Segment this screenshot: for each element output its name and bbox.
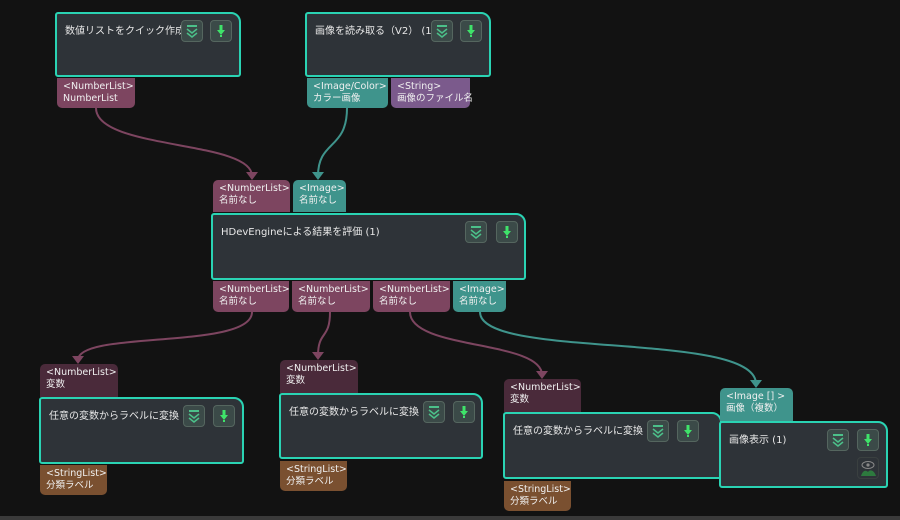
run-button[interactable] bbox=[213, 405, 235, 427]
eye-icon bbox=[861, 461, 876, 476]
input-port-variable[interactable]: <NumberList> 変数 bbox=[504, 379, 581, 412]
collapse-button[interactable] bbox=[431, 20, 453, 42]
output-port-numberlist[interactable]: <NumberList> NumberList bbox=[57, 78, 135, 108]
wire-numberlist bbox=[95, 107, 253, 177]
chevron-double-down-icon bbox=[470, 226, 482, 239]
pin-down-icon bbox=[460, 406, 468, 418]
output-port-numberlist-1[interactable]: <NumberList> 名前なし bbox=[213, 281, 290, 312]
pin-down-icon bbox=[503, 226, 511, 238]
run-button[interactable] bbox=[460, 20, 482, 42]
pin-down-icon bbox=[864, 434, 872, 446]
collapse-button[interactable] bbox=[465, 221, 487, 243]
input-port-image[interactable]: <Image> 名前なし bbox=[293, 180, 346, 212]
pin-down-icon bbox=[467, 25, 475, 37]
input-port-variable[interactable]: <NumberList> 変数 bbox=[280, 360, 358, 393]
collapse-button[interactable] bbox=[181, 20, 203, 42]
wire-out3 bbox=[409, 311, 543, 376]
node-title: 任意の変数からラベルに変換 (3) bbox=[513, 426, 661, 437]
wire-image bbox=[317, 107, 348, 177]
node-hdevengine-evaluate[interactable]: HDevEngineによる結果を評価 (1) bbox=[211, 213, 526, 280]
output-port-numberlist-3[interactable]: <NumberList> 名前なし bbox=[373, 281, 450, 312]
chevron-double-down-icon bbox=[188, 410, 200, 423]
output-port-class-label[interactable]: <StringList> 分類ラベル bbox=[40, 465, 107, 495]
pin-down-icon bbox=[217, 25, 225, 37]
collapse-button[interactable] bbox=[423, 401, 445, 423]
node-variable-to-label-2[interactable]: 任意の変数からラベルに変換 (2) bbox=[279, 393, 483, 459]
node-title: 画像表示 (1) bbox=[729, 435, 787, 446]
pin-down-icon bbox=[220, 410, 228, 422]
node-title: 任意の変数からラベルに変換 (1) bbox=[49, 411, 197, 422]
node-variable-to-label-1[interactable]: 任意の変数からラベルに変換 (1) bbox=[39, 397, 244, 464]
chevron-double-down-icon bbox=[428, 406, 440, 419]
run-button[interactable] bbox=[210, 20, 232, 42]
visibility-button[interactable] bbox=[857, 457, 879, 479]
wire-out4 bbox=[479, 311, 757, 385]
collapse-button[interactable] bbox=[647, 420, 669, 442]
output-port-class-label[interactable]: <StringList> 分類ラベル bbox=[280, 461, 347, 491]
output-port-file-name[interactable]: <String> 画像のファイル名 bbox=[391, 78, 473, 108]
node-variable-to-label-3[interactable]: 任意の変数からラベルに変換 (3) bbox=[503, 412, 722, 479]
node-title: 画像を読み取る（V2） (1) bbox=[315, 26, 436, 37]
node-title: 任意の変数からラベルに変換 (2) bbox=[289, 407, 437, 418]
output-port-color-image[interactable]: <Image/Color> カラー画像 bbox=[307, 78, 388, 108]
input-port-images[interactable]: <Image [] > 画像（複数） bbox=[720, 388, 793, 421]
output-port-class-label[interactable]: <StringList> 分類ラベル bbox=[504, 481, 571, 511]
chevron-double-down-icon bbox=[652, 425, 664, 438]
run-button[interactable] bbox=[857, 429, 879, 451]
node-image-display[interactable]: 画像表示 (1) bbox=[719, 421, 888, 488]
canvas-bottom-edge bbox=[0, 516, 900, 520]
node-read-image[interactable]: 画像を読み取る（V2） (1) bbox=[305, 12, 491, 77]
run-button[interactable] bbox=[496, 221, 518, 243]
collapse-button[interactable] bbox=[827, 429, 849, 451]
run-button[interactable] bbox=[453, 401, 475, 423]
wire-out2 bbox=[317, 311, 331, 357]
output-port-numberlist-2[interactable]: <NumberList> 名前なし bbox=[292, 281, 370, 312]
pin-down-icon bbox=[684, 425, 692, 437]
chevron-double-down-icon bbox=[186, 25, 198, 38]
input-port-numberlist[interactable]: <NumberList> 名前なし bbox=[213, 180, 290, 212]
node-title: HDevEngineによる結果を評価 (1) bbox=[221, 227, 380, 238]
collapse-button[interactable] bbox=[183, 405, 205, 427]
chevron-double-down-icon bbox=[832, 434, 844, 447]
chevron-double-down-icon bbox=[436, 25, 448, 38]
run-button[interactable] bbox=[677, 420, 699, 442]
input-port-variable[interactable]: <NumberList> 変数 bbox=[40, 364, 118, 397]
node-quick-number-list[interactable]: 数値リストをクイック作成 (1) bbox=[55, 12, 241, 77]
wire-out1 bbox=[77, 311, 253, 361]
output-port-image[interactable]: <Image> 名前なし bbox=[453, 281, 506, 312]
